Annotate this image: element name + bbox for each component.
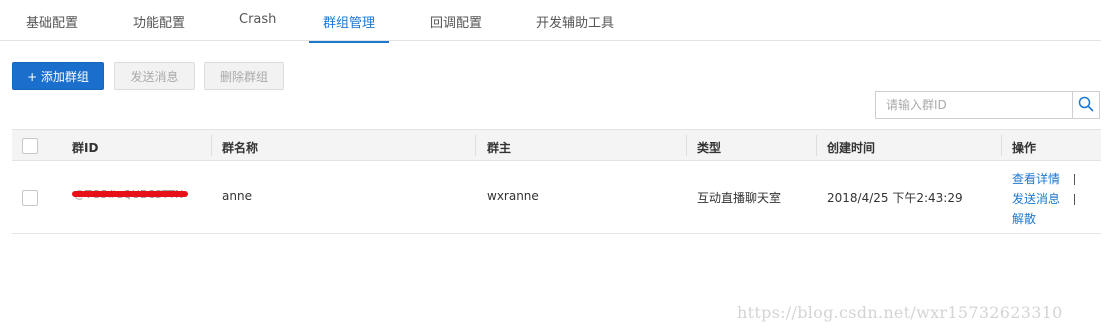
tab-feature-config[interactable]: 功能配置 — [133, 12, 185, 41]
tab-dev-tools[interactable]: 开发辅助工具 — [536, 12, 614, 41]
delete-group-button[interactable]: 删除群组 — [204, 62, 284, 90]
tab-label: 功能配置 — [133, 16, 186, 31]
header-type: 类型 — [697, 141, 722, 155]
watermark: https://blog.csdn.net/wxr15732623310 — [737, 303, 1063, 322]
redaction-mark — [72, 191, 188, 197]
row-checkbox[interactable] — [22, 190, 38, 206]
active-tab-underline — [309, 41, 390, 43]
table-header: 群ID 群名称 群主 类型 创建时间 操作 — [12, 129, 1101, 161]
search-icon — [1078, 96, 1094, 115]
column-divider — [211, 135, 212, 156]
action-separator — [1074, 194, 1075, 205]
tab-bar: 基础配置 功能配置 Crash 群组管理 回调配置 开发辅助工具 — [0, 0, 1101, 43]
type-cell: 互动直播聊天室 — [697, 191, 782, 205]
tab-label: 回调配置 — [430, 16, 483, 31]
add-group-button[interactable]: + 添加群组 — [12, 62, 104, 90]
select-all-checkbox[interactable] — [22, 138, 38, 154]
tab-label: 群组管理 — [323, 16, 376, 31]
column-divider — [686, 135, 687, 156]
created-time-cell: 2018/4/25 下午2:43:29 — [827, 191, 963, 205]
tab-basic-config[interactable]: 基础配置 — [26, 12, 78, 41]
column-divider — [475, 135, 476, 156]
header-created-time: 创建时间 — [827, 141, 876, 155]
tab-label: Crash — [239, 12, 277, 27]
tab-callback-config[interactable]: 回调配置 — [430, 12, 482, 41]
owner-cell: wxranne — [487, 189, 539, 203]
group-search — [875, 91, 1100, 119]
tab-label: 基础配置 — [26, 16, 79, 31]
tab-label: 开发辅助工具 — [536, 16, 615, 31]
group-id-search-input[interactable] — [876, 92, 1072, 118]
group-table: 群ID 群名称 群主 类型 创建时间 操作 @TGS#aQUBCSTTN ann… — [12, 129, 1101, 234]
row-actions: 查看详情 发送消息 解散 — [1012, 170, 1060, 230]
tab-crash[interactable]: Crash — [239, 12, 276, 41]
header-group-name: 群名称 — [222, 141, 259, 155]
search-button[interactable] — [1072, 92, 1099, 118]
view-details-link[interactable]: 查看详情 — [1012, 170, 1060, 190]
header-owner: 群主 — [487, 141, 512, 155]
action-separator — [1074, 174, 1075, 185]
tab-group-management[interactable]: 群组管理 — [309, 12, 390, 43]
header-actions: 操作 — [1012, 141, 1037, 155]
header-group-id: 群ID — [72, 141, 99, 155]
group-id-redacted: @TGS#aQUBCSTTN — [72, 188, 188, 200]
table-row: @TGS#aQUBCSTTN anne wxranne 互动直播聊天室 2018… — [12, 161, 1101, 234]
group-name-cell: anne — [222, 189, 252, 203]
send-message-button[interactable]: 发送消息 — [114, 62, 195, 90]
send-message-link[interactable]: 发送消息 — [1012, 190, 1060, 210]
column-divider — [1001, 135, 1002, 156]
dissolve-link[interactable]: 解散 — [1012, 210, 1060, 230]
column-divider — [816, 135, 817, 156]
